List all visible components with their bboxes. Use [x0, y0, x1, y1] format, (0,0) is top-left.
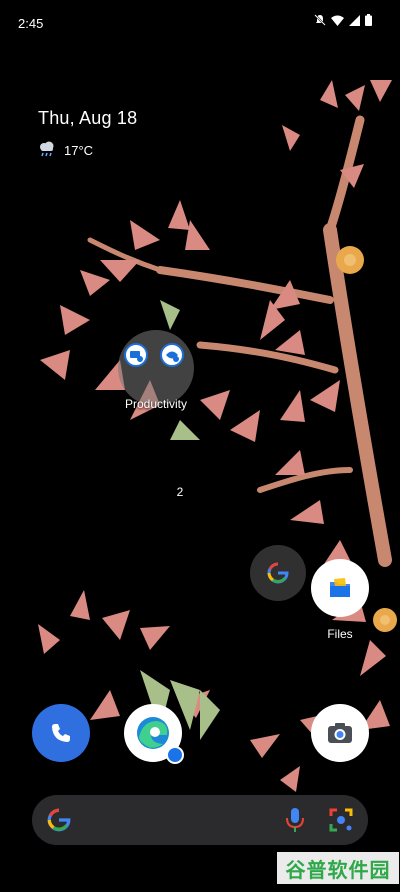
work-badge-icon: [166, 746, 184, 764]
status-time: 2:45: [18, 16, 44, 31]
phone-icon: [52, 724, 70, 742]
notifications-muted-icon: [314, 14, 326, 26]
remote-desktop-icon: [160, 343, 184, 367]
signal-icon: [349, 14, 360, 26]
home-screen: 2:45 Thu, Aug 18 17°C Productivity 2 Fil…: [0, 0, 400, 892]
camera-app[interactable]: [311, 704, 369, 762]
camera-icon: [328, 723, 352, 743]
microphone-icon[interactable]: [284, 806, 306, 834]
phone-app[interactable]: [32, 704, 90, 762]
wifi-icon: [331, 15, 344, 26]
files-app[interactable]: [311, 559, 369, 617]
google-app[interactable]: [250, 545, 306, 601]
watermark-logo: 谷普软件园: [277, 852, 399, 884]
rain-cloud-icon: [40, 141, 54, 157]
google-g-icon: [267, 562, 289, 584]
edge-work-app[interactable]: [124, 704, 184, 764]
status-bar: 2:45: [0, 0, 400, 40]
watermark-text: 谷普软件园: [285, 859, 391, 882]
files-icon: [330, 578, 350, 597]
widget-weather[interactable]: 17°C: [38, 141, 137, 159]
folder-label[interactable]: Productivity: [98, 397, 214, 411]
widget-temperature: 17°C: [64, 142, 94, 158]
page-indicator: 2: [176, 485, 184, 499]
google-lens-icon[interactable]: [328, 807, 354, 833]
files-app-label[interactable]: Files: [300, 627, 380, 641]
edge-icon: [137, 717, 169, 749]
widget-date[interactable]: Thu, Aug 18: [38, 108, 137, 129]
folder-productivity[interactable]: [118, 330, 194, 406]
at-a-glance-widget[interactable]: Thu, Aug 18 17°C: [38, 108, 137, 159]
remote-desktop-icon: [124, 343, 148, 367]
status-icons: [314, 14, 372, 26]
google-search-bar[interactable]: [32, 795, 368, 845]
battery-icon: [365, 14, 372, 26]
google-g-icon[interactable]: [46, 807, 72, 833]
